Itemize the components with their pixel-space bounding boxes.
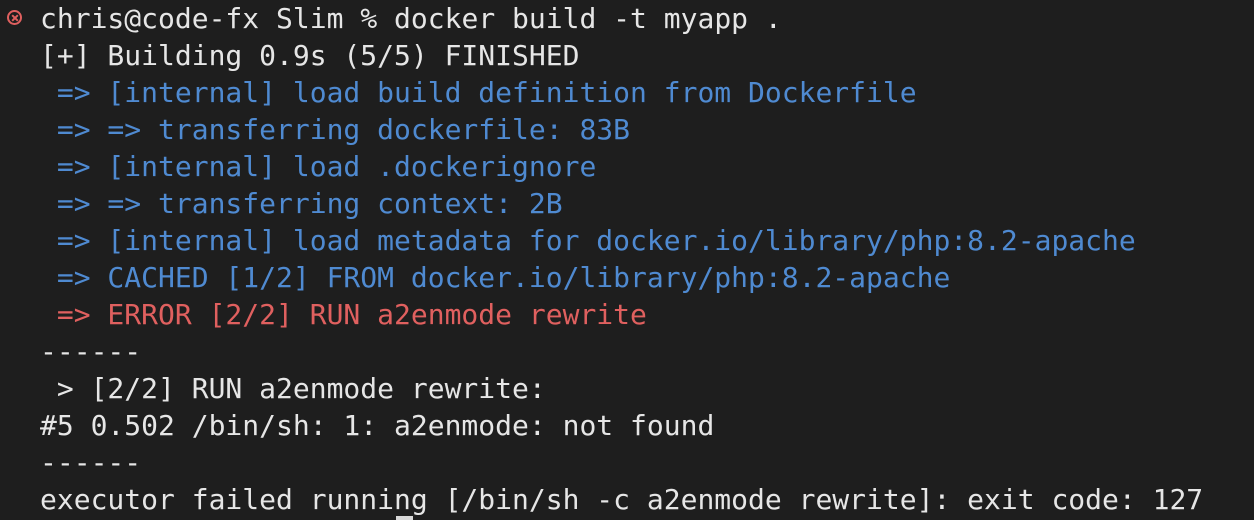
- separator-line: ------: [40, 446, 142, 479]
- executor-error-line: executor failed running [/bin/sh -c a2en…: [40, 483, 1204, 516]
- build-status-line: [+] Building 0.9s (5/5) FINISHED: [40, 39, 580, 72]
- separator-line: ------: [40, 335, 142, 368]
- prompt-directory: Slim: [276, 2, 344, 35]
- build-step-line: => CACHED [1/2] FROM docker.io/library/p…: [40, 261, 951, 294]
- command-prompt-line: chris@code-fx Slim % docker build -t mya…: [40, 0, 782, 37]
- build-step-line: => => transferring context: 2B: [40, 187, 563, 220]
- build-step-line: => [internal] load metadata for docker.i…: [40, 224, 1136, 257]
- terminal-window[interactable]: chris@code-fx Slim % docker build -t mya…: [0, 0, 1254, 520]
- error-circle-x-icon: [7, 10, 22, 25]
- error-step-line: => ERROR [2/2] RUN a2enmode rewrite: [40, 298, 647, 331]
- prompt-user-host: chris@code-fx: [40, 2, 260, 35]
- text-cursor: [396, 516, 413, 520]
- error-output-line: #5 0.502 /bin/sh: 1: a2enmode: not found: [40, 409, 715, 442]
- build-step-line: => [internal] load build definition from…: [40, 76, 917, 109]
- build-step-line: => => transferring dockerfile: 83B: [40, 113, 631, 146]
- command-text: docker build -t myapp .: [394, 2, 782, 35]
- failed-step-header: > [2/2] RUN a2enmode rewrite:: [40, 372, 546, 405]
- prompt-symbol: %: [360, 2, 378, 35]
- build-step-line: => [internal] load .dockerignore: [40, 150, 597, 183]
